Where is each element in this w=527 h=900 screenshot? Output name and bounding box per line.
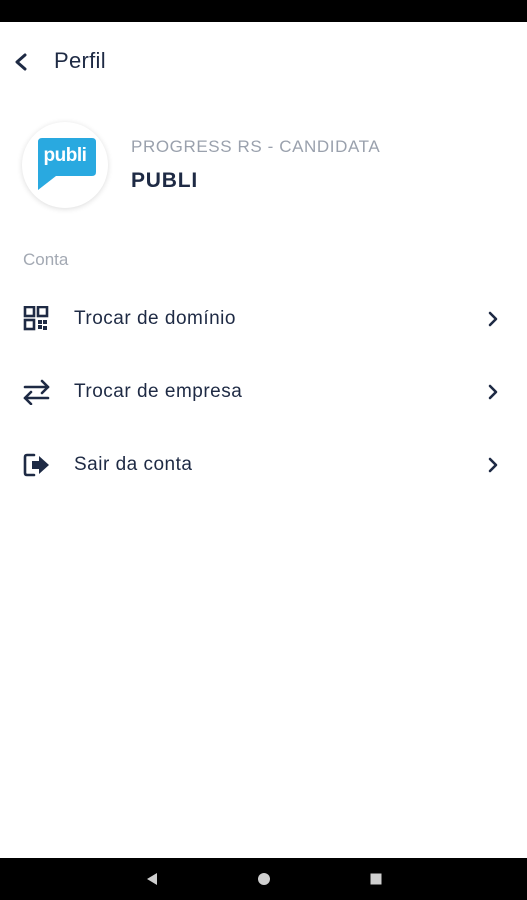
chevron-right-icon — [488, 311, 498, 327]
app-bar: Perfil — [0, 22, 527, 98]
chevron-right-icon — [488, 457, 498, 473]
menu-item-trocar-dominio[interactable]: Trocar de domínio — [0, 289, 527, 349]
recents-square-icon[interactable] — [366, 870, 386, 888]
back-arrow-icon — [15, 53, 27, 71]
chevron-right-icon — [488, 384, 498, 400]
page-title: Perfil — [54, 48, 106, 73]
qr-code-icon — [23, 306, 49, 331]
company-logo-avatar: publi — [22, 122, 108, 208]
back-button[interactable] — [6, 46, 38, 78]
logout-icon — [23, 453, 49, 477]
company-name: PUBLI — [131, 169, 198, 192]
company-subtitle: PROGRESS RS - CANDIDATA — [131, 137, 381, 156]
menu-item-label: Sair da conta — [74, 454, 193, 475]
menu-item-label: Trocar de domínio — [74, 308, 236, 329]
section-label-conta: Conta — [23, 250, 69, 269]
menu-item-sair-conta[interactable]: Sair da conta — [0, 435, 527, 495]
swap-arrows-icon — [23, 379, 50, 405]
menu-item-label: Trocar de empresa — [74, 381, 243, 402]
home-circle-icon[interactable] — [254, 870, 274, 888]
profile-header: publi PROGRESS RS - CANDIDATA PUBLI — [0, 112, 527, 222]
back-triangle-icon[interactable] — [142, 870, 162, 888]
menu-item-trocar-empresa[interactable]: Trocar de empresa — [0, 362, 527, 422]
status-bar — [0, 0, 527, 22]
system-nav-bar — [0, 858, 527, 900]
logo-text: publi — [43, 145, 87, 166]
